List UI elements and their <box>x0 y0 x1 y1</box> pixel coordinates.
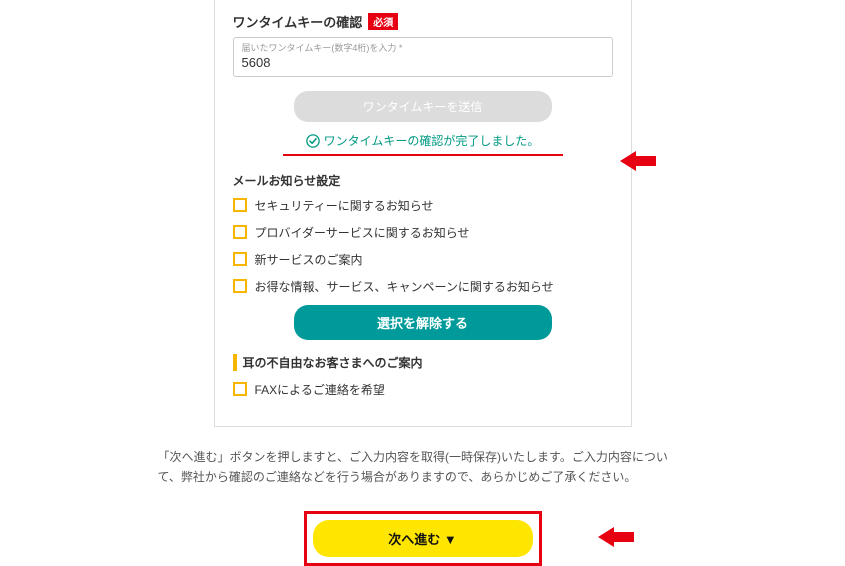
checkbox-icon[interactable] <box>233 225 247 239</box>
required-badge: 必須 <box>368 13 398 30</box>
next-button-highlight: 次へ進む ▼ <box>304 511 542 566</box>
otk-header: ワンタイムキーの確認 必須 <box>233 12 613 31</box>
mail-option-label: 新サービスのご案内 <box>255 251 363 268</box>
check-circle-icon <box>306 134 320 148</box>
mail-option-row[interactable]: プロバイダーサービスに関するお知らせ <box>233 224 613 241</box>
mail-option-row[interactable]: セキュリティーに関するお知らせ <box>233 197 613 214</box>
checkbox-icon[interactable] <box>233 198 247 212</box>
otk-input[interactable] <box>242 54 604 70</box>
mail-option-label: お得な情報、サービス、キャンペーンに関するお知らせ <box>255 278 554 295</box>
checkbox-icon[interactable] <box>233 382 247 396</box>
otk-confirm-text: ワンタイムキーの確認が完了しました。 <box>324 132 540 149</box>
mail-option-label: プロバイダーサービスに関するお知らせ <box>255 224 470 241</box>
otk-confirm-wrap: ワンタイムキーの確認が完了しました。 <box>233 132 613 156</box>
deselect-button[interactable]: 選択を解除する <box>294 305 552 340</box>
send-otk-button[interactable]: ワンタイムキーを送信 <box>294 91 552 122</box>
otk-floating-label: 届いたワンタイムキー(数字4桁)を入力 * <box>242 41 604 54</box>
annotation-arrow-icon <box>620 148 656 174</box>
otk-confirm-message: ワンタイムキーの確認が完了しました。 <box>306 132 540 149</box>
mail-option-row[interactable]: お得な情報、サービス、キャンペーンに関するお知らせ <box>233 278 613 295</box>
checkbox-icon[interactable] <box>233 252 247 266</box>
accessibility-option-row[interactable]: FAXによるご連絡を希望 <box>233 381 613 398</box>
checkbox-icon[interactable] <box>233 279 247 293</box>
mail-section-title: メールお知らせ設定 <box>233 172 613 189</box>
form-panel: ワンタイムキーの確認 必須 届いたワンタイムキー(数字4桁)を入力 * ワンタイ… <box>214 0 632 427</box>
otk-input-wrap[interactable]: 届いたワンタイムキー(数字4桁)を入力 * <box>233 37 613 77</box>
otk-title: ワンタイムキーの確認 <box>233 12 363 31</box>
annotation-arrow-icon <box>598 524 634 550</box>
mail-option-label: セキュリティーに関するお知らせ <box>255 197 434 214</box>
accessibility-header: 耳の不自由なお客さまへのご案内 <box>233 354 613 371</box>
accessibility-option-label: FAXによるご連絡を希望 <box>255 381 385 398</box>
accessibility-title: 耳の不自由なお客さまへのご案内 <box>243 356 423 370</box>
next-button[interactable]: 次へ進む ▼ <box>313 520 533 557</box>
info-text: 「次へ進む」ボタンを押しますと、ご入力内容を取得(一時保存)いたします。ご入力内… <box>158 447 688 488</box>
confirm-underline-annotation <box>283 154 563 156</box>
mail-option-row[interactable]: 新サービスのご案内 <box>233 251 613 268</box>
